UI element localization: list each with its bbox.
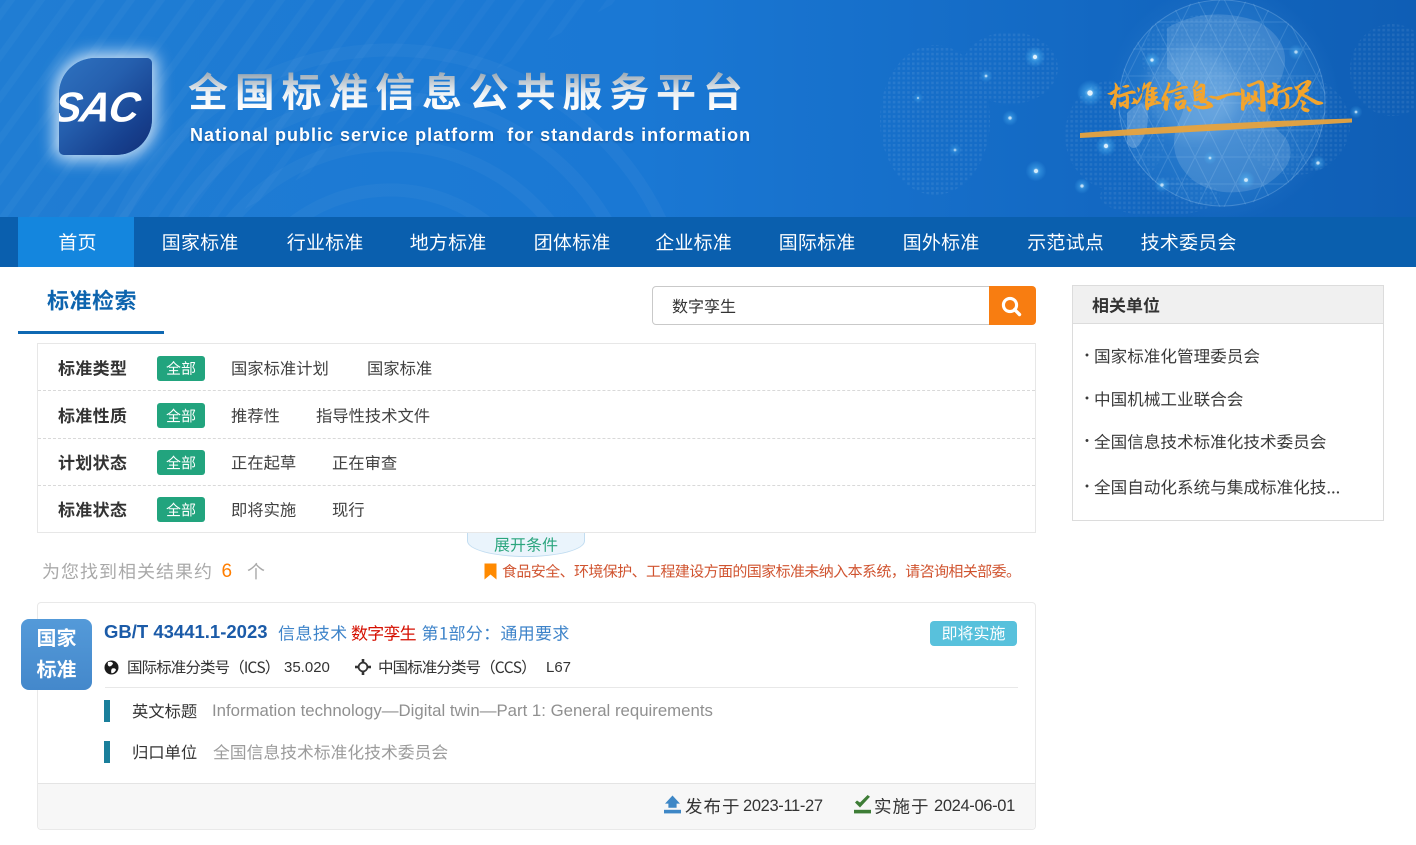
svg-text:SAC: SAC [59, 84, 145, 131]
